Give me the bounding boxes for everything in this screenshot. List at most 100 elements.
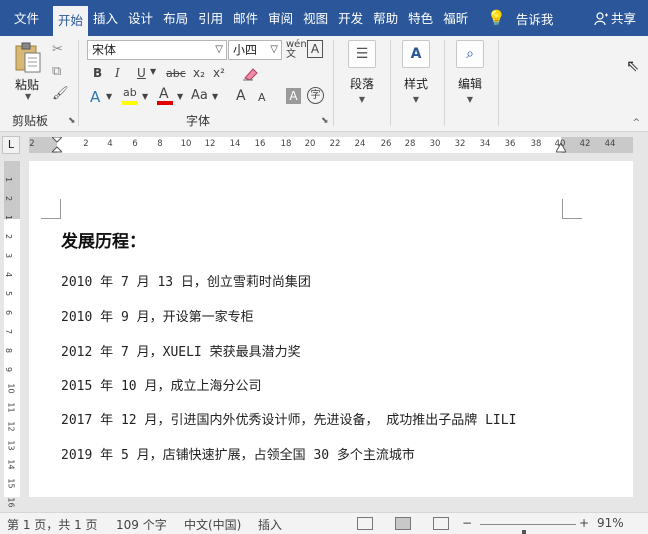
- vruler-tick-label: 6: [4, 309, 14, 316]
- paste-button-label[interactable]: 粘贴: [15, 76, 39, 93]
- tab-1[interactable]: 开始: [53, 6, 89, 36]
- phonetic-guide-icon[interactable]: wén 文: [286, 40, 307, 60]
- word-count[interactable]: 109 个字: [116, 516, 167, 533]
- document-line[interactable]: 2010 年 9 月，开设第一家专柜: [61, 306, 254, 325]
- tab-2[interactable]: 插入: [88, 0, 123, 36]
- vruler-tick-label: 7: [4, 328, 14, 335]
- tab-11[interactable]: 特色: [403, 0, 438, 36]
- font-name-select[interactable]: 宋体 ▽: [87, 40, 227, 60]
- collapse-ribbon-icon[interactable]: ^: [632, 118, 640, 128]
- styles-button[interactable]: A 样式 ▼: [394, 40, 438, 104]
- chevron-down-icon: ▽: [215, 44, 223, 55]
- group-divider: [444, 40, 445, 126]
- superscript-button[interactable]: x²: [213, 66, 225, 80]
- ruler-tick-label: 40: [554, 139, 566, 149]
- text-effects-button[interactable]: A: [90, 88, 100, 106]
- page-count[interactable]: 第 1 页，共 1 页: [7, 516, 98, 533]
- change-case-dropdown-icon[interactable]: ▼: [212, 92, 218, 101]
- tab-selector[interactable]: L: [2, 136, 20, 154]
- document-line[interactable]: 2012 年 7 月，XUELI 荣获最具潜力奖: [61, 341, 301, 360]
- strikethrough-button[interactable]: abc: [166, 67, 186, 80]
- tab-8[interactable]: 视图: [298, 0, 333, 36]
- enclose-characters-icon[interactable]: 字: [307, 87, 324, 104]
- font-size-value: 小四: [233, 43, 258, 57]
- tell-me-search[interactable]: 告诉我: [516, 9, 554, 28]
- font-color-button[interactable]: A: [156, 86, 174, 106]
- ruler-tick-label: 2: [29, 139, 35, 149]
- zoom-in-button[interactable]: +: [579, 516, 589, 530]
- underline-button[interactable]: U: [137, 66, 146, 80]
- print-layout-icon[interactable]: [395, 517, 411, 530]
- text-effects-dropdown-icon[interactable]: ▼: [106, 92, 112, 101]
- tab-4[interactable]: 布局: [158, 0, 193, 36]
- tab-6[interactable]: 邮件: [228, 0, 263, 36]
- web-layout-icon[interactable]: [433, 517, 449, 530]
- font-color-dropdown-icon[interactable]: ▼: [177, 92, 183, 101]
- ruler-tick-label: 18: [280, 139, 292, 149]
- tab-5[interactable]: 引用: [193, 0, 228, 36]
- group-divider: [78, 40, 79, 126]
- person-icon: [594, 12, 608, 26]
- italic-button[interactable]: I: [115, 66, 120, 80]
- font-launcher-icon[interactable]: ⬊: [321, 116, 329, 126]
- horizontal-ruler[interactable]: 2 2 4 6 8 10 12 14 16 18 20 22 24 26 28 30 32 34 36 38 40 42 4…: [29, 137, 633, 153]
- subscript-button[interactable]: x₂: [193, 66, 205, 80]
- document-heading[interactable]: 发展历程：: [61, 227, 146, 252]
- paste-icon[interactable]: [14, 42, 42, 74]
- read-mode-icon[interactable]: [357, 517, 373, 530]
- share-button[interactable]: 共享: [594, 0, 636, 38]
- insert-mode[interactable]: 插入: [258, 516, 282, 533]
- document-line[interactable]: 2017 年 12 月，引进国内外优秀设计师，先进设备， 成功推出子品牌 LIL…: [61, 409, 516, 428]
- crop-mark: [562, 199, 582, 219]
- ruler-tick-label: 30: [429, 139, 441, 149]
- language-indicator[interactable]: 中文(中国): [184, 516, 241, 533]
- vertical-ruler[interactable]: 1 2 1 2 3 4 5 6 7 8 9 10 11 12 13 14 15 16: [4, 161, 20, 508]
- tab-12[interactable]: 福昕: [438, 0, 473, 36]
- ruler-tick-label: 36: [504, 139, 516, 149]
- tab-0[interactable]: 文件: [0, 0, 53, 36]
- format-painter-icon[interactable]: 🖌: [52, 86, 69, 101]
- change-case-button[interactable]: Aa: [191, 88, 208, 103]
- character-shading-icon[interactable]: A: [286, 88, 301, 104]
- clear-formatting-icon[interactable]: [241, 66, 259, 82]
- font-group-label: 字体: [186, 114, 211, 128]
- clipboard-launcher-icon[interactable]: ⬊: [68, 116, 76, 126]
- ruler-tick-label: 14: [229, 139, 241, 149]
- zoom-level[interactable]: 91%: [597, 516, 624, 530]
- document-line[interactable]: 2015 年 10 月，成立上海分公司: [61, 375, 261, 394]
- zoom-out-button[interactable]: −: [462, 516, 472, 530]
- copy-icon[interactable]: ⧉: [52, 64, 61, 79]
- group-divider: [333, 40, 334, 126]
- ruler-tick-label: 16: [254, 139, 266, 149]
- tab-3[interactable]: 设计: [123, 0, 158, 36]
- paste-dropdown-icon[interactable]: ▼: [25, 92, 31, 101]
- font-color-letter: A: [159, 86, 169, 102]
- highlight-dropdown-icon[interactable]: ▼: [142, 92, 148, 101]
- lightbulb-icon[interactable]: 💡: [487, 9, 506, 27]
- bold-button[interactable]: B: [93, 66, 102, 80]
- font-size-select[interactable]: 小四 ▽: [228, 40, 282, 60]
- paragraph-button[interactable]: ☰ 段落 ▼: [340, 40, 384, 104]
- ruler-tick-label: 24: [354, 139, 366, 149]
- cut-icon[interactable]: ✂: [52, 42, 63, 57]
- grow-font-button[interactable]: A: [236, 88, 246, 104]
- underline-dropdown-icon[interactable]: ▼: [150, 67, 156, 76]
- tab-7[interactable]: 审阅: [263, 0, 298, 36]
- vruler-tick-label: 10: [6, 383, 16, 394]
- tab-10[interactable]: 帮助: [368, 0, 403, 36]
- zoom-slider-knob[interactable]: [522, 530, 526, 534]
- ruler-tick-label: 28: [404, 139, 416, 149]
- highlight-color-button[interactable]: ab: [120, 86, 140, 106]
- document-line[interactable]: 2019 年 5 月，店铺快速扩展，占领全国 30 多个主流城市: [61, 444, 415, 463]
- zoom-slider[interactable]: [480, 524, 576, 534]
- vruler-tick-label: 8: [4, 347, 14, 354]
- shrink-font-button[interactable]: A: [258, 91, 266, 104]
- character-border-icon[interactable]: A: [307, 40, 323, 58]
- tab-9[interactable]: 开发: [333, 0, 368, 36]
- document-page[interactable]: 发展历程： 2010 年 7 月 13 日，创立雪莉时尚集团 2010 年 9 …: [29, 161, 633, 497]
- editing-button[interactable]: ⌕ 编辑 ▼: [448, 40, 492, 104]
- document-line[interactable]: 2010 年 7 月 13 日，创立雪莉时尚集团: [61, 271, 311, 290]
- indent-marker-icon[interactable]: [52, 137, 62, 153]
- ruler-tick-label: 32: [454, 139, 466, 149]
- vruler-tick-label: 4: [4, 271, 14, 278]
